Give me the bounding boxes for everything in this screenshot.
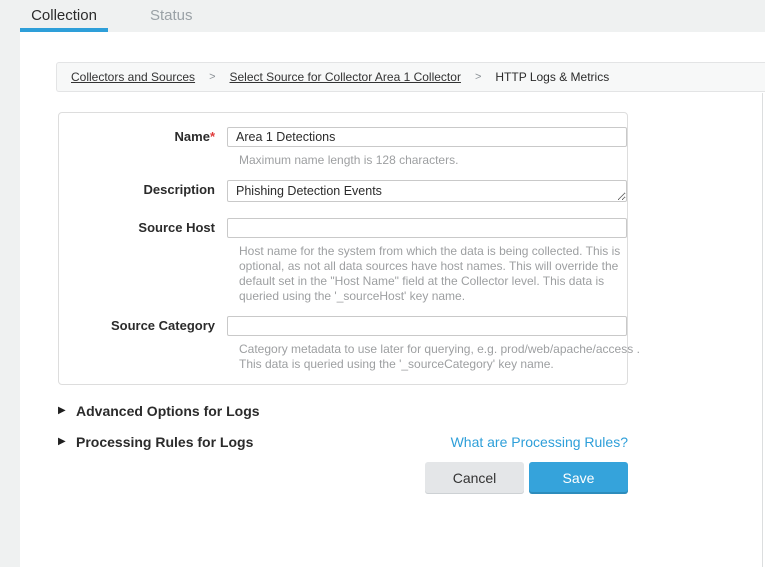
what-are-processing-rules-link[interactable]: What are Processing Rules? (451, 434, 628, 450)
form-area: Name* Maximum name length is 128 charact… (58, 112, 628, 494)
source-config-page: Collection Status Collectors and Sources… (0, 0, 765, 567)
required-asterisk: * (210, 129, 215, 144)
processing-rules-label: Processing Rules for Logs (76, 434, 253, 450)
cancel-button[interactable]: Cancel (425, 462, 524, 494)
description-textarea[interactable]: Phishing Detection Events (227, 180, 627, 202)
content-panel: Collectors and Sources > Select Source f… (20, 32, 765, 567)
source-form-card: Name* Maximum name length is 128 charact… (58, 112, 628, 385)
advanced-options-label: Advanced Options for Logs (76, 403, 260, 419)
source-category-input[interactable] (227, 316, 627, 336)
name-input[interactable] (227, 127, 627, 147)
expand-arrow-icon: ▶ (58, 403, 76, 419)
breadcrumb-link-select-source[interactable]: Select Source for Collector Area 1 Colle… (230, 70, 461, 84)
tab-collection-label: Collection (31, 7, 97, 24)
breadcrumb-link-collectors-and-sources[interactable]: Collectors and Sources (71, 70, 195, 84)
source-category-field-row: Source Category (59, 316, 627, 336)
description-field-row: Description Phishing Detection Events (59, 180, 627, 207)
save-button[interactable]: Save (529, 462, 628, 494)
tab-status-label: Status (150, 7, 193, 24)
breadcrumb-separator-icon: > (475, 71, 481, 83)
source-host-label: Source Host (59, 218, 227, 238)
tab-bar: Collection Status (0, 0, 765, 32)
source-host-input[interactable] (227, 218, 627, 238)
advanced-options-row: ▶ Advanced Options for Logs (58, 403, 628, 419)
breadcrumb-current-page: HTTP Logs & Metrics (495, 70, 609, 84)
processing-rules-toggle[interactable]: ▶ Processing Rules for Logs (58, 434, 253, 450)
source-host-helper-text: Host name for the system from which the … (239, 244, 643, 304)
scrollbar-track[interactable] (762, 93, 763, 567)
name-label: Name* (59, 127, 227, 147)
source-category-label: Source Category (59, 316, 227, 336)
processing-rules-row: ▶ Processing Rules for Logs What are Pro… (58, 434, 628, 450)
description-label: Description (59, 180, 227, 200)
tab-collection[interactable]: Collection (20, 0, 108, 32)
name-field-row: Name* (59, 127, 627, 147)
breadcrumb: Collectors and Sources > Select Source f… (56, 62, 765, 92)
name-helper-text: Maximum name length is 128 characters. (239, 153, 643, 168)
tab-status[interactable]: Status (138, 0, 205, 32)
source-host-field-row: Source Host (59, 218, 627, 238)
expand-arrow-icon: ▶ (58, 434, 76, 450)
form-actions: Cancel Save (58, 462, 628, 494)
breadcrumb-separator-icon: > (209, 71, 215, 83)
source-category-helper-text: Category metadata to use later for query… (239, 342, 643, 372)
advanced-options-toggle[interactable]: ▶ Advanced Options for Logs (58, 403, 260, 419)
